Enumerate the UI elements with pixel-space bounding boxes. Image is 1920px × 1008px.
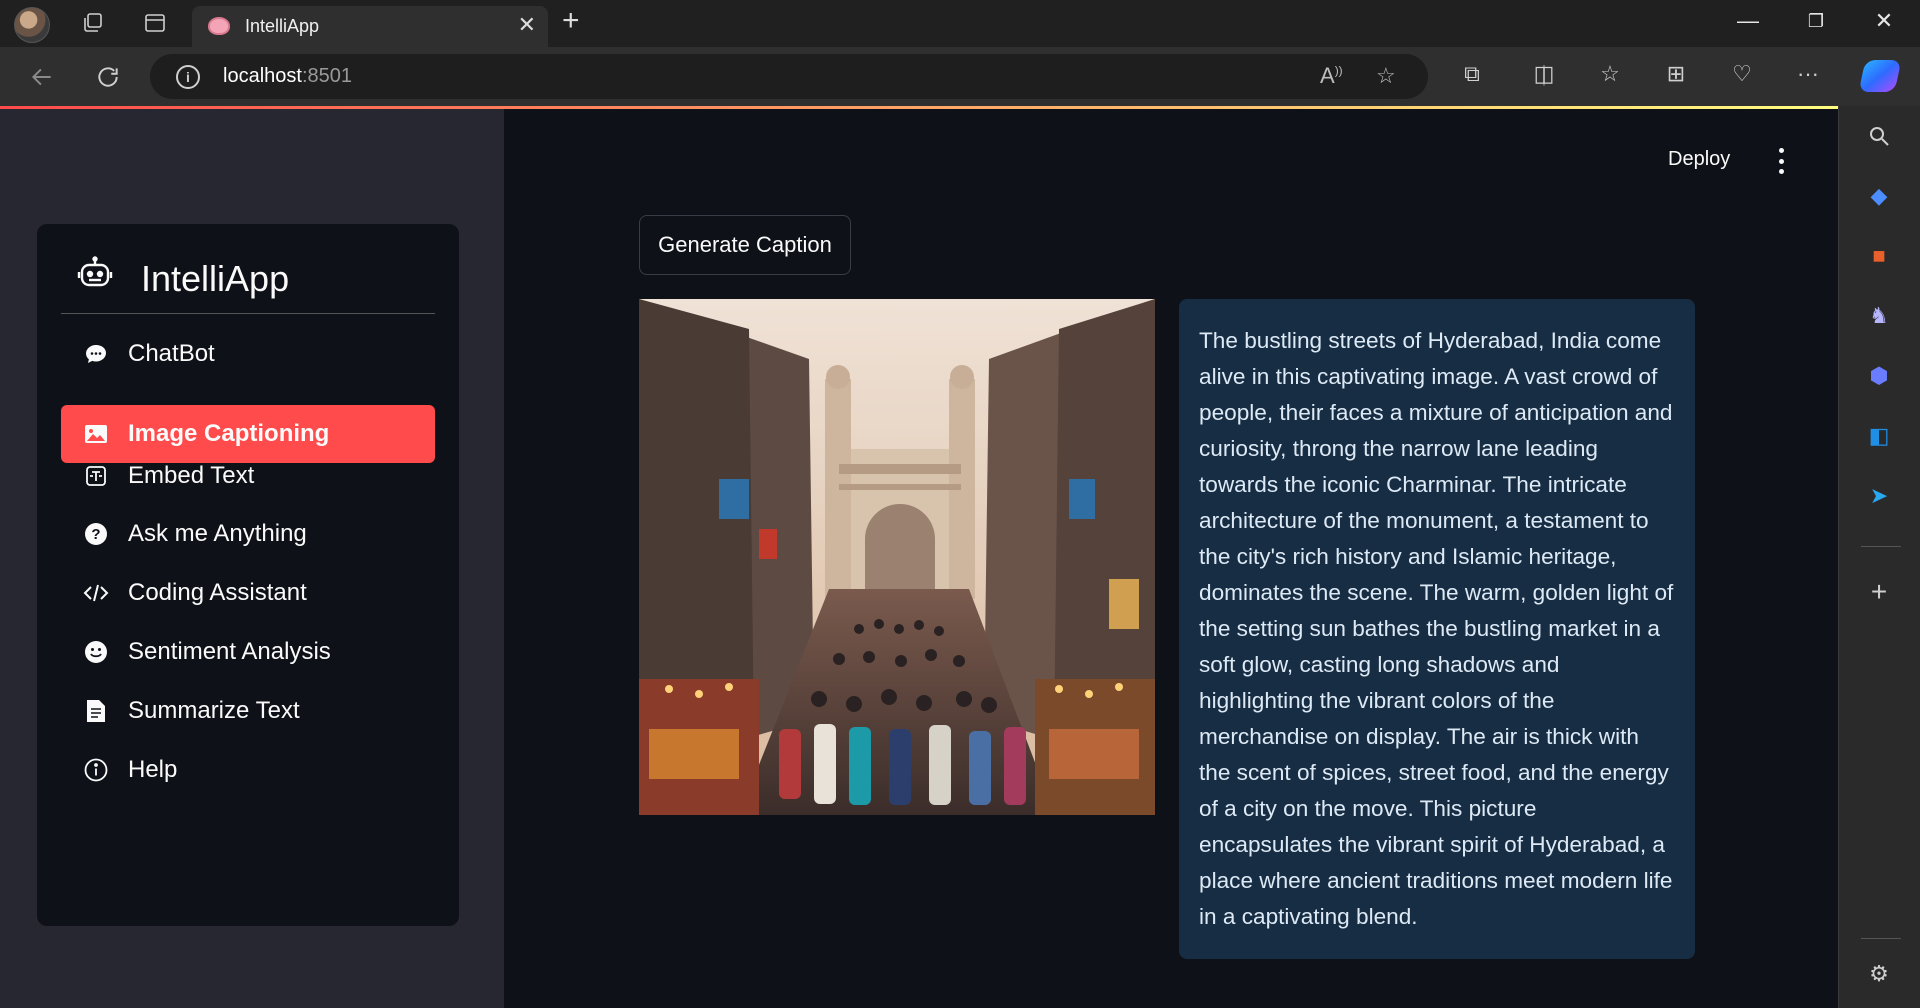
embed-text-icon [83, 463, 109, 489]
url-text: localhost:8501 [223, 65, 352, 87]
browser-essentials-icon[interactable]: ♡ [1726, 61, 1758, 87]
browser-tab-active[interactable]: IntelliApp ✕ [192, 6, 548, 47]
workspaces-icon[interactable] [78, 8, 108, 38]
collections-icon[interactable]: ⊞ [1660, 61, 1692, 87]
menu-item-ask-me-anything[interactable]: ? Ask me Anything [61, 505, 435, 563]
more-menu-icon[interactable]: ··· [1792, 61, 1824, 87]
question-circle-icon: ? [83, 521, 109, 547]
browser-toolbar: i localhost:8501 A)) ☆ ⧉ | ◫ ☆ ⊞ ♡ ··· [0, 47, 1920, 106]
rail-divider [1861, 938, 1901, 939]
edge-sidebar: ◆ ■ ♞ ⬢ ◧ ➤ + ⚙ [1838, 106, 1920, 1008]
menu-header: IntelliApp [61, 248, 435, 314]
add-icon[interactable]: + [1863, 576, 1895, 608]
profile-avatar[interactable] [14, 7, 50, 43]
browser-titlebar: IntelliApp ✕ + — ❐ ✕ [0, 0, 1920, 47]
menu-item-summarize-text[interactable]: Summarize Text [61, 682, 435, 740]
new-tab-icon[interactable]: + [562, 4, 580, 38]
address-bar[interactable]: i localhost:8501 A)) ☆ [150, 54, 1428, 99]
generate-caption-button[interactable]: Generate Caption [639, 215, 851, 275]
menu-item-sentiment-analysis[interactable]: Sentiment Analysis [61, 623, 435, 681]
caption-text: The bustling streets of Hyderabad, India… [1199, 328, 1674, 929]
tab-close-icon[interactable]: ✕ [518, 12, 536, 38]
read-aloud-icon[interactable]: A)) [1320, 63, 1343, 89]
split-screen-icon[interactable]: ◫ [1528, 61, 1560, 87]
brain-favicon-icon [208, 17, 230, 35]
tools-briefcase-icon[interactable]: ■ [1863, 240, 1895, 272]
main-menu-kebab-icon[interactable] [1772, 148, 1790, 174]
document-icon [83, 698, 109, 724]
charminar-street-photo [639, 299, 1155, 815]
restore-icon[interactable]: ❐ [1796, 11, 1836, 32]
smiley-icon [83, 639, 109, 665]
reload-icon[interactable] [90, 59, 126, 95]
menu-item-coding-assistant[interactable]: Coding Assistant [61, 564, 435, 622]
uploaded-image [639, 299, 1155, 815]
rail-divider [1861, 546, 1901, 547]
outlook-icon[interactable]: ◧ [1863, 420, 1895, 452]
app-title: IntelliApp [141, 258, 290, 299]
option-menu: IntelliApp ChatBot Image Captioning Embe… [37, 224, 459, 926]
games-icon[interactable]: ♞ [1863, 300, 1895, 332]
menu-item-embed-text-row[interactable]: Embed Text [61, 447, 435, 505]
caption-output: The bustling streets of Hyderabad, India… [1179, 299, 1695, 959]
site-info-icon[interactable]: i [176, 65, 200, 89]
extensions-icon[interactable]: ⧉ [1456, 61, 1488, 87]
chat-bubble-icon [83, 341, 109, 367]
send-icon[interactable]: ➤ [1863, 480, 1895, 512]
window-close-icon[interactable]: ✕ [1864, 8, 1904, 34]
svg-text:?: ? [91, 526, 100, 543]
favorites-icon[interactable]: ☆ [1594, 61, 1626, 87]
vertical-tabs-icon[interactable] [140, 8, 170, 38]
info-circle-icon [83, 757, 109, 783]
deploy-button[interactable]: Deploy [1668, 148, 1730, 171]
favorite-star-icon[interactable]: ☆ [1376, 63, 1396, 89]
search-icon[interactable] [1863, 120, 1895, 152]
minimize-icon[interactable]: — [1728, 8, 1768, 34]
shopping-tag-icon[interactable]: ◆ [1863, 180, 1895, 212]
microsoft-365-icon[interactable]: ⬢ [1863, 360, 1895, 392]
back-arrow-icon[interactable] [24, 59, 60, 95]
settings-gear-icon[interactable]: ⚙ [1863, 958, 1895, 990]
menu-item-chatbot[interactable]: ChatBot [61, 325, 435, 383]
tab-title: IntelliApp [245, 16, 320, 36]
robot-icon [77, 256, 113, 292]
code-icon [83, 580, 109, 606]
menu-item-help[interactable]: Help [61, 741, 435, 799]
